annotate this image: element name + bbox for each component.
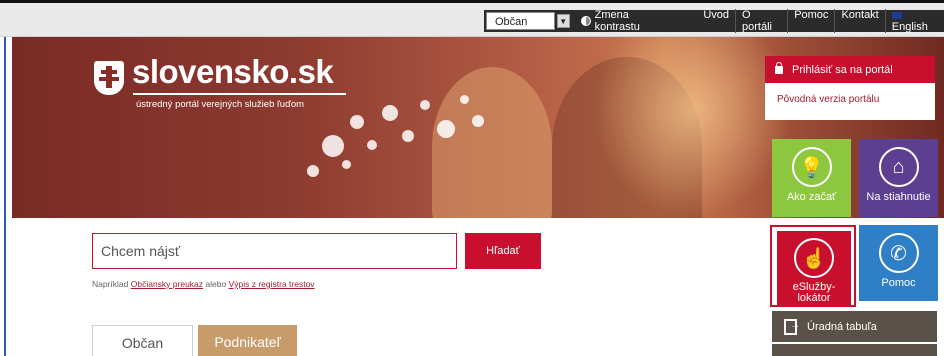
hero-glow [592, 37, 792, 218]
uk-flag-icon [891, 11, 902, 19]
top-nav: Úvod O portáli Pomoc Kontakt English [697, 9, 944, 33]
login-label: Prihlásiť sa na portál [792, 63, 893, 76]
example-link-vypis-z-registra[interactable]: Výpis z registra trestov [229, 279, 315, 289]
search-button[interactable]: Hľadať [465, 233, 541, 269]
nav-o-portali[interactable]: O portáli [735, 9, 787, 33]
contrast-icon [580, 16, 591, 26]
tile-label: Pomoc [881, 277, 916, 289]
tile-ako-zacat[interactable]: 💡 Ako začať [772, 139, 851, 217]
phone-icon: ✆ [878, 233, 919, 273]
contrast-toggle[interactable]: Zmena kontrastu [580, 9, 676, 33]
role-select[interactable]: Občan ▼ [486, 12, 570, 30]
login-box: Prihlásiť sa na portál Pôvodná verzia po… [765, 56, 935, 120]
decorative-dots [302, 85, 502, 185]
nav-kontakt[interactable]: Kontakt [834, 9, 884, 33]
tile-label: Ako začať [786, 191, 837, 203]
nav-english-label: English [891, 21, 928, 33]
chevron-down-icon[interactable]: ▼ [556, 14, 570, 28]
uradna-tabula-button[interactable]: Úradná tabuľa [772, 311, 937, 342]
example-prefix: Napríklad [92, 279, 131, 289]
utility-bar: Občan ▼ Zmena kontrastu Úvod O portáli P… [484, 9, 944, 33]
highlight-frame [770, 225, 856, 307]
nav-pomoc[interactable]: Pomoc [787, 9, 834, 33]
contrast-label: Zmena kontrastu [594, 9, 640, 33]
role-select-value: Občan [495, 16, 528, 28]
lightbulb-icon: 💡 [791, 147, 832, 187]
example-link-obciansky-preukaz[interactable]: Občiansky preukaz [131, 279, 203, 289]
site-tagline: ústredný portál verejných služieb ľuďom [136, 99, 305, 110]
tile-na-stiahnutie[interactable]: ⌂ Na stiahnutie [859, 139, 938, 217]
tab-obcan[interactable]: Občan [92, 325, 193, 356]
nav-english[interactable]: English [884, 9, 944, 33]
left-border [4, 37, 6, 356]
search-placeholder: Chcem nájsť [101, 243, 181, 259]
house-download-icon: ⌂ [878, 147, 919, 187]
coat-of-arms-icon [94, 61, 124, 95]
tile-label: Na stiahnutie [866, 191, 931, 203]
nav-uvod[interactable]: Úvod [697, 9, 735, 33]
search-input[interactable]: Chcem nájsť [92, 233, 457, 269]
example-mid: alebo [203, 279, 229, 289]
original-version-link[interactable]: Pôvodná verzia portálu [765, 83, 935, 105]
search-example: Napríklad Občiansky preukaz alebo Výpis … [92, 279, 315, 289]
sidebar-next-item[interactable] [772, 344, 937, 356]
document-exit-icon [784, 318, 800, 335]
lock-icon [775, 61, 783, 74]
uradna-tabula-label: Úradná tabuľa [807, 320, 877, 333]
tab-podnikatel[interactable]: Podnikateľ [198, 325, 297, 356]
tile-pomoc[interactable]: ✆ Pomoc [859, 225, 938, 301]
login-button[interactable]: Prihlásiť sa na portál [765, 56, 935, 83]
